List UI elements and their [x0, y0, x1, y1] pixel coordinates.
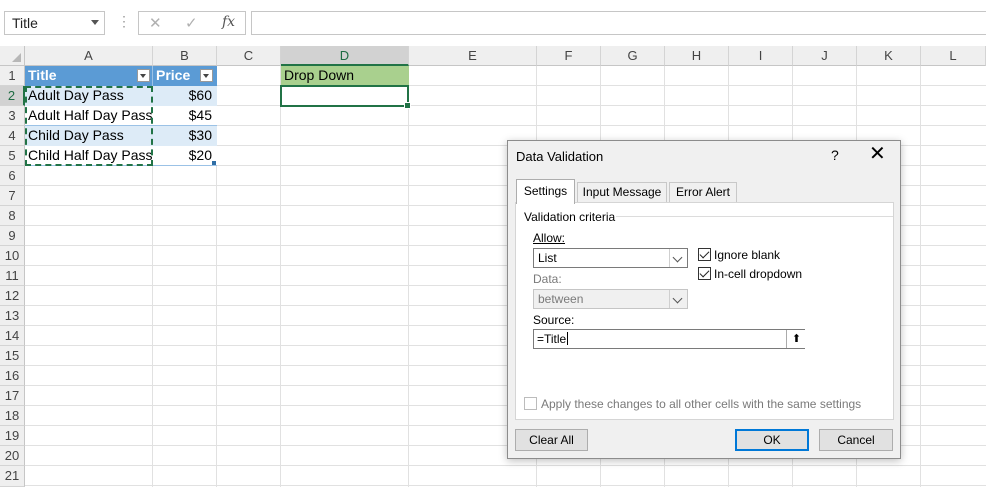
allow-select[interactable]: List — [533, 248, 688, 268]
source-value: =Title — [537, 332, 567, 346]
column-header-b[interactable]: B — [153, 46, 217, 66]
ok-button[interactable]: OK — [735, 429, 809, 451]
cell-d1[interactable]: Drop Down — [281, 66, 409, 86]
close-icon[interactable]: ✕ — [869, 144, 886, 164]
collapse-dialog-icon[interactable]: ⬆ — [786, 330, 806, 348]
row-header[interactable]: 21 — [0, 466, 25, 487]
table-cell[interactable]: $60 — [153, 86, 217, 106]
tab-input-message[interactable]: Input Message — [577, 182, 667, 203]
name-box[interactable]: Title — [4, 11, 105, 35]
row-header[interactable]: 9 — [0, 226, 25, 246]
apply-to-all-checkbox[interactable] — [524, 397, 537, 410]
row-header[interactable]: 6 — [0, 166, 25, 186]
formula-input[interactable] — [251, 11, 986, 35]
settings-panel: Validation criteria Allow: List Ignore b… — [515, 202, 894, 420]
filter-dropdown-icon[interactable] — [137, 69, 150, 82]
in-cell-dropdown-checkbox[interactable] — [698, 267, 711, 280]
column-header-h[interactable]: H — [665, 46, 729, 66]
tab-settings[interactable]: Settings — [516, 179, 575, 204]
source-label: Source: — [533, 313, 575, 327]
tab-error-alert[interactable]: Error Alert — [669, 182, 737, 203]
help-icon[interactable]: ? — [831, 147, 839, 163]
name-box-value: Title — [12, 15, 38, 31]
row-header[interactable]: 8 — [0, 206, 25, 226]
chevron-down-icon[interactable] — [669, 249, 687, 267]
validation-criteria-heading: Validation criteria — [524, 210, 616, 224]
formula-bar: Title ⋮ ✕ ✓ fx — [0, 0, 986, 46]
row-header[interactable]: 7 — [0, 186, 25, 206]
row-header[interactable]: 3 — [0, 106, 25, 126]
table-resize-handle[interactable] — [212, 161, 216, 165]
check-icon[interactable]: ✓ — [185, 14, 198, 32]
source-input[interactable]: =Title — [533, 329, 805, 349]
copy-marquee — [25, 86, 153, 166]
data-label: Data: — [533, 272, 562, 286]
dialog-title: Data Validation — [516, 149, 604, 164]
filter-dropdown-icon[interactable] — [200, 69, 213, 82]
allow-label: Allow: — [533, 231, 565, 245]
table-cell[interactable]: $20 — [153, 146, 217, 166]
column-header-i[interactable]: I — [729, 46, 793, 66]
column-header-l[interactable]: L — [921, 46, 986, 66]
in-cell-dropdown-label[interactable]: In-cell dropdown — [714, 267, 802, 281]
row-header[interactable]: 5 — [0, 146, 25, 166]
table-header-price[interactable]: Price — [153, 66, 217, 86]
row-header[interactable]: 14 — [0, 326, 25, 346]
row-header[interactable]: 12 — [0, 286, 25, 306]
cancel-button[interactable]: Cancel — [819, 429, 893, 451]
data-value: between — [538, 292, 584, 306]
table-header-label: Price — [156, 67, 191, 83]
column-header-a[interactable]: A — [25, 46, 153, 66]
row-header[interactable]: 11 — [0, 266, 25, 286]
column-header-c[interactable]: C — [217, 46, 281, 66]
row-header[interactable]: 16 — [0, 366, 25, 386]
ignore-blank-checkbox[interactable] — [698, 248, 711, 261]
row-header[interactable]: 13 — [0, 306, 25, 326]
formula-buttons: ✕ ✓ fx — [138, 11, 246, 35]
column-header-d[interactable]: D — [281, 46, 409, 66]
row-header[interactable]: 1 — [0, 66, 25, 86]
row-header[interactable]: 4 — [0, 126, 25, 146]
column-header-k[interactable]: K — [857, 46, 921, 66]
select-all-corner[interactable] — [0, 46, 25, 66]
divider — [616, 216, 893, 217]
column-header-f[interactable]: F — [537, 46, 601, 66]
chevron-down-icon — [669, 290, 687, 308]
row-header[interactable]: 2 — [0, 86, 25, 106]
table-header-label: Title — [28, 67, 57, 83]
clear-all-button[interactable]: Clear All — [515, 429, 588, 451]
ignore-blank-label[interactable]: Ignore blank — [714, 248, 780, 262]
allow-value: List — [538, 251, 557, 265]
row-header[interactable]: 19 — [0, 426, 25, 446]
chevron-down-icon[interactable] — [91, 20, 99, 25]
row-header[interactable]: 15 — [0, 346, 25, 366]
drag-handle-icon[interactable]: ⋮ — [117, 13, 131, 30]
table-cell[interactable]: $30 — [153, 126, 217, 146]
table-header-title[interactable]: Title — [25, 66, 153, 86]
column-header-g[interactable]: G — [601, 46, 665, 66]
active-cell-d2[interactable] — [280, 85, 411, 109]
column-header-e[interactable]: E — [409, 46, 537, 66]
row-header[interactable]: 17 — [0, 386, 25, 406]
apply-to-all-label[interactable]: Apply these changes to all other cells w… — [541, 397, 861, 411]
data-select: between — [533, 289, 688, 309]
allow-label-text: Allow: — [533, 231, 566, 245]
row-header[interactable]: 20 — [0, 446, 25, 466]
row-header[interactable]: 10 — [0, 246, 25, 266]
function-icon[interactable]: fx — [222, 14, 235, 30]
cancel-icon[interactable]: ✕ — [149, 14, 162, 32]
row-header[interactable]: 18 — [0, 406, 25, 426]
column-header-j[interactable]: J — [793, 46, 857, 66]
table-cell[interactable]: $45 — [153, 106, 217, 126]
text-caret — [567, 332, 569, 345]
data-validation-dialog: Data Validation ? ✕ Settings Input Messa… — [507, 140, 901, 459]
